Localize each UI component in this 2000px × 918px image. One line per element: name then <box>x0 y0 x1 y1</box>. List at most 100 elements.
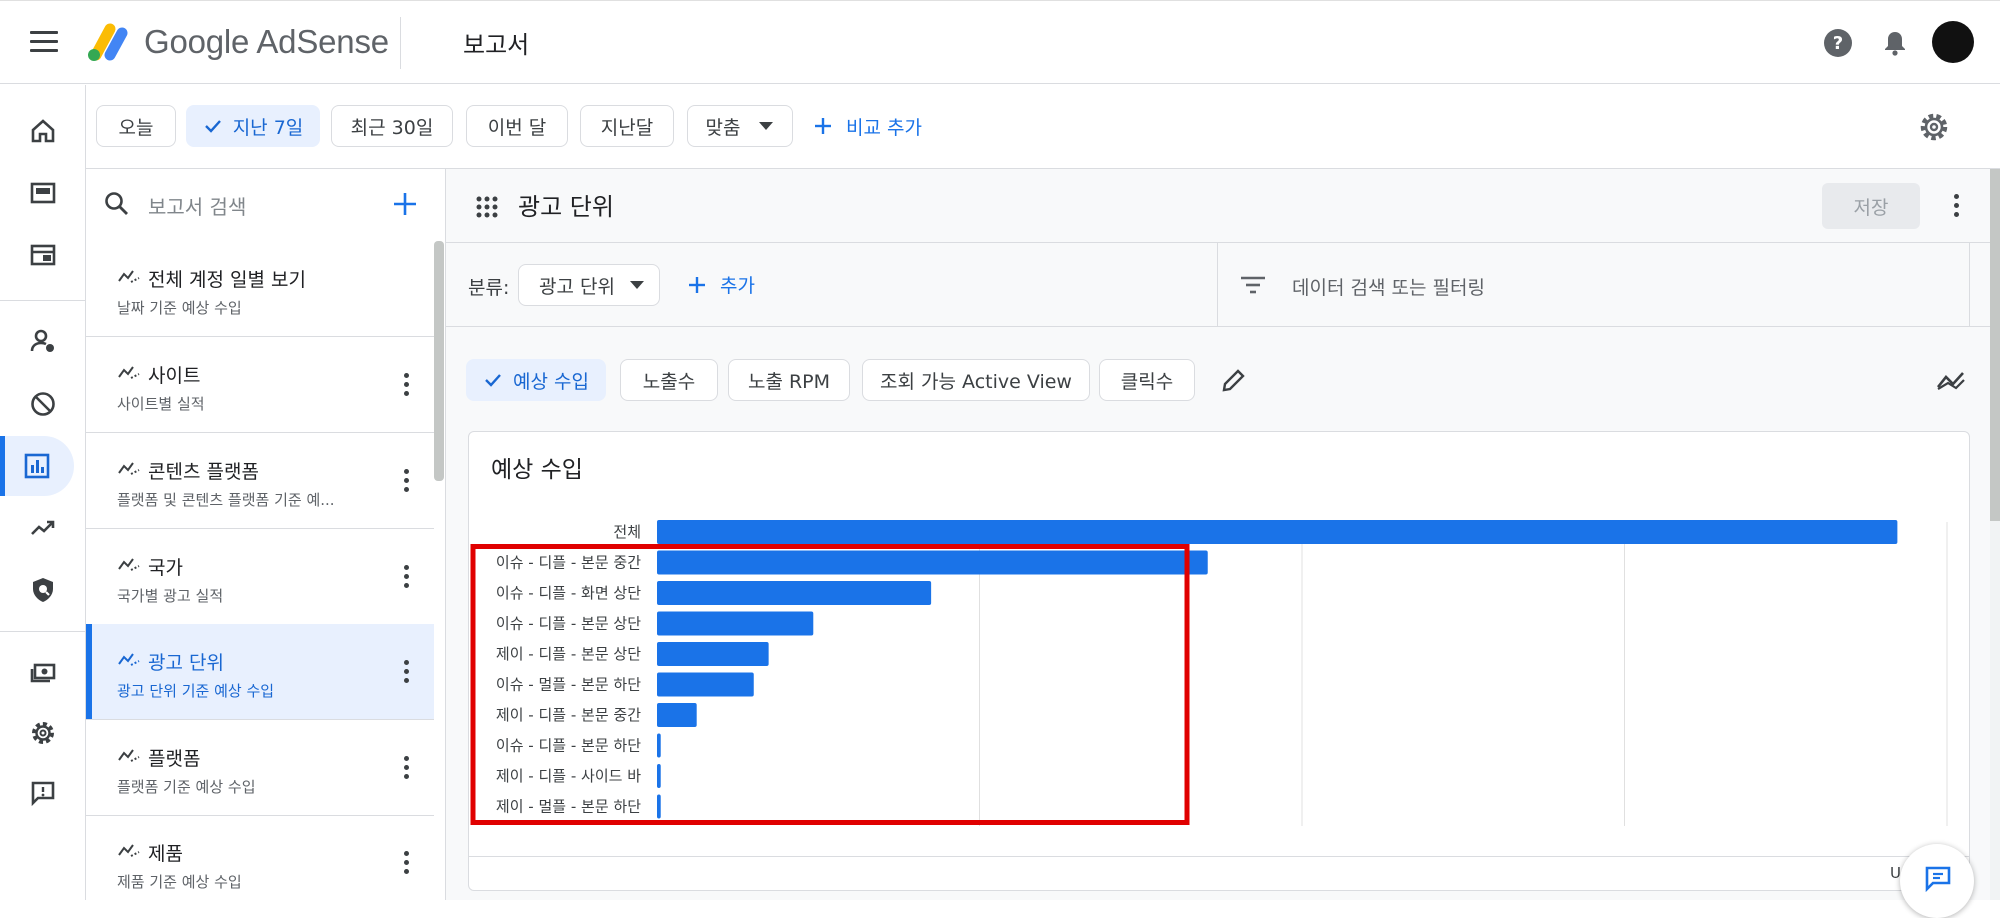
metric-label: 노출수 <box>642 370 696 393</box>
chart-bar[interactable] <box>657 733 661 758</box>
chart-category-label: 제이 - 디플 - 본문 상단 <box>496 645 641 663</box>
add-label: 추가 <box>720 275 755 297</box>
date-chip-custom[interactable]: 맞춤 <box>687 105 793 147</box>
search-icon <box>105 192 128 215</box>
report-item-all-daily[interactable]: 전체 계정 일별 보기 날짜 기준 예상 수입 <box>86 241 434 337</box>
chart-toggle-icon[interactable] <box>1936 369 1966 393</box>
add-report-icon[interactable] <box>392 191 418 217</box>
more-vert-icon[interactable] <box>404 469 410 493</box>
chart-category-label: 제이 - 디플 - 사이드 바 <box>496 767 641 785</box>
chip-label: 지난달 <box>600 116 654 139</box>
report-settings-icon[interactable] <box>1918 111 1950 143</box>
chart-bar[interactable] <box>657 520 1898 544</box>
nav-divider <box>0 631 86 632</box>
breakdown-value: 광고 단위 <box>539 275 615 298</box>
date-chip-last-month[interactable]: 지난달 <box>580 105 674 147</box>
sidebar-scrollbar[interactable] <box>434 241 444 481</box>
report-title: 플랫폼 <box>148 748 201 770</box>
metric-label: 클릭수 <box>1120 370 1174 393</box>
more-vert-icon[interactable] <box>404 373 410 397</box>
date-chip-today[interactable]: 오늘 <box>96 105 176 147</box>
reports-nav[interactable] <box>0 436 74 496</box>
page-title: 보고서 <box>463 31 530 59</box>
account-nav[interactable] <box>0 311 86 371</box>
bell-icon[interactable] <box>1879 27 1911 59</box>
plus-icon <box>815 118 831 134</box>
more-vert-icon[interactable] <box>404 756 410 780</box>
add-breakdown-button[interactable]: 추가 <box>686 271 755 298</box>
edit-pencil-icon[interactable] <box>1220 368 1246 394</box>
report-item-sites[interactable]: 사이트 사이트별 실적 <box>86 337 434 433</box>
chart-bar[interactable] <box>657 703 697 727</box>
sparkline-icon <box>118 462 140 475</box>
chart-bar[interactable] <box>657 642 769 666</box>
settings-icon <box>32 722 54 744</box>
chart-category-label: 이슈 - 디플 - 본문 중간 <box>496 554 641 572</box>
report-item-ad-unit[interactable]: 광고 단위 광고 단위 기준 예상 수입 <box>86 624 434 720</box>
report-header: 광고 단위 저장 <box>446 169 1990 243</box>
date-chip-last-30-days[interactable]: 최근 30일 <box>331 105 453 147</box>
chart-category-label: 이슈 - 멀플 - 본문 하단 <box>496 676 641 694</box>
chart-bar[interactable] <box>657 550 1208 575</box>
chip-label: 오늘 <box>118 116 154 139</box>
divider <box>400 17 401 69</box>
report-search[interactable]: 보고서 검색 <box>86 169 445 239</box>
date-chip-this-month[interactable]: 이번 달 <box>466 105 568 147</box>
chart-bar[interactable] <box>657 764 661 788</box>
privacy-nav[interactable] <box>0 560 86 620</box>
filter-input[interactable]: 데이터 검색 또는 필터링 <box>1292 273 1485 300</box>
metric-chip-estimated-earnings[interactable]: 예상 수입 <box>466 359 606 401</box>
feedback-nav[interactable] <box>0 763 86 823</box>
chip-label: 맞춤 <box>705 116 741 139</box>
sites-icon <box>30 244 56 266</box>
more-vert-icon[interactable] <box>1954 194 1960 217</box>
account-avatar[interactable] <box>1932 21 1974 63</box>
search-input[interactable]: 보고서 검색 <box>148 191 246 220</box>
ads-nav[interactable] <box>0 163 86 223</box>
chart-card: 예상 수입 전체 이슈 - 디플 - 본문 중간 이슈 - 디플 - 화면 상단 이슈… <box>468 431 1970 891</box>
report-item-country[interactable]: 국가 국가별 광고 실적 <box>86 529 434 625</box>
report-item-platform[interactable]: 플랫폼 플랫폼 기준 예상 수입 <box>86 720 434 816</box>
metric-chip-impression-rpm[interactable]: 노출 RPM <box>728 359 850 401</box>
sites-nav[interactable] <box>0 225 86 285</box>
main-scrollbar[interactable] <box>1990 169 2000 900</box>
apps-grid-icon[interactable] <box>476 196 498 218</box>
settings-nav[interactable] <box>0 703 86 763</box>
report-title: 사이트 <box>148 365 201 387</box>
chip-label: 최근 30일 <box>350 116 434 139</box>
metric-chip-active-view[interactable]: 조회 가능 Active View <box>862 359 1090 401</box>
report-subtitle: 플랫폼 기준 예상 수입 <box>117 778 256 796</box>
report-item-content-platform[interactable]: 콘텐츠 플랫폼 플랫폼 및 콘텐츠 플랫폼 기준 예... <box>86 433 434 529</box>
report-title: 광고 단위 <box>518 193 614 221</box>
more-vert-icon[interactable] <box>404 851 410 875</box>
chip-label: 이번 달 <box>487 116 547 139</box>
save-button[interactable]: 저장 <box>1822 183 1920 229</box>
report-main-panel: 광고 단위 저장 분류: 광고 단위 추가 데이터 검색 또는 필터링 예상 수… <box>446 169 2000 900</box>
metric-chip-impressions[interactable]: 노출수 <box>620 359 718 401</box>
divider <box>1969 243 1970 327</box>
chart-category-label: 전체 <box>613 523 641 541</box>
metric-chip-clicks[interactable]: 클릭수 <box>1099 359 1195 401</box>
breakdown-dropdown[interactable]: 광고 단위 <box>518 264 660 306</box>
payments-nav[interactable] <box>0 643 86 703</box>
feedback-fab[interactable] <box>1900 844 1974 918</box>
help-icon[interactable]: ? <box>1822 27 1854 59</box>
chart-bar[interactable] <box>657 672 754 697</box>
chart-bar[interactable] <box>657 581 932 605</box>
add-comparison-button[interactable]: 비교 추가 <box>812 105 922 147</box>
top-app-bar: Google AdSense 보고서 ? <box>0 0 2000 84</box>
chart-bar[interactable] <box>657 611 814 636</box>
more-vert-icon[interactable] <box>404 565 410 589</box>
nav-divider <box>0 300 86 301</box>
home-nav[interactable] <box>0 101 86 161</box>
hamburger-menu-icon[interactable] <box>30 31 58 53</box>
more-vert-icon[interactable] <box>404 660 410 684</box>
block-nav[interactable] <box>0 374 86 434</box>
chart-bar[interactable] <box>657 794 661 819</box>
add-comparison-label: 비교 추가 <box>846 116 922 139</box>
optimization-icon <box>31 520 55 535</box>
payments-icon <box>30 663 56 683</box>
optimization-nav[interactable] <box>0 498 86 558</box>
report-item-product[interactable]: 제품 제품 기준 예상 수입 <box>86 815 434 900</box>
date-chip-last-7-days[interactable]: 지난 7일 <box>186 105 320 147</box>
